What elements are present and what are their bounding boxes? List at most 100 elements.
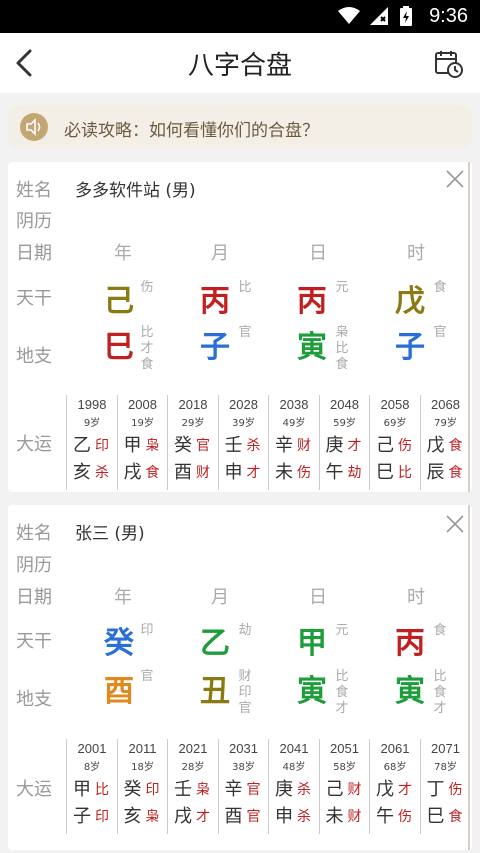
dayun-gan: 甲	[123, 435, 142, 456]
dayun-year: 2011	[128, 741, 157, 756]
tiangan-char: 癸	[104, 626, 134, 661]
dayun-gan: 庚	[325, 435, 344, 456]
close-icon[interactable]	[446, 515, 464, 533]
dayun-zhi-shishen: 杀	[95, 465, 109, 481]
dayun-zhi: 子	[73, 806, 91, 827]
dizhi-shishen: 枭比食	[335, 325, 349, 372]
tiangan-char: 己	[104, 284, 134, 319]
status-time: 9:36	[429, 5, 468, 27]
dayun-zhi: 午	[376, 806, 394, 827]
dayun-gan-shishen: 才	[398, 782, 412, 798]
dayun-gan-shishen: 官	[246, 782, 261, 798]
tiangan-shishen: 比	[238, 280, 252, 295]
dayun-zhi-shishen: 杀	[297, 809, 311, 825]
dayun-column: 2071 78岁丁伤巳食	[419, 739, 470, 834]
dayun-age: 39岁	[232, 418, 255, 429]
dayun-gan: 戊	[426, 435, 445, 456]
dayun-year: 2061	[380, 741, 410, 756]
dizhi-shishen: 比食才	[335, 669, 349, 716]
wifi-icon	[338, 7, 360, 24]
column-year: 年	[114, 243, 132, 264]
dayun-column: 2061 68岁戊才午伤	[369, 739, 419, 834]
dayun-age: 29岁	[181, 418, 205, 429]
dayun-gan-shishen: 食	[448, 438, 463, 454]
tiangan-char: 丙	[395, 626, 425, 661]
dizhi-shishen: 官	[238, 325, 252, 340]
dayun-age: 78岁	[434, 762, 457, 773]
dayun-gan-shishen: 伤	[398, 438, 412, 454]
dizhi-char: 寅	[297, 674, 327, 709]
dayun-zhi: 亥	[123, 806, 142, 827]
dayun-year: 2041	[279, 741, 309, 756]
dayun-year: 2038	[279, 397, 309, 412]
person-card-1: 姓名 多多软件站 (男) 阴历 日期 年 月 日 时 天干 己 伤 丙 比 丙 …	[8, 162, 472, 492]
dayun-gan-shishen: 枭	[145, 438, 160, 454]
column-day: 日	[309, 243, 327, 264]
calendar-clock-icon[interactable]	[434, 49, 464, 79]
dayun-zhi-shishen: 伤	[398, 809, 412, 825]
dayun-age: 58岁	[333, 762, 356, 773]
dayun-gan: 甲	[73, 779, 91, 800]
dayun-year: 2001	[77, 741, 107, 756]
dayun-age: 9岁	[83, 418, 101, 429]
dayun-gan-shishen: 印	[95, 438, 109, 454]
dayun-gan-shishen: 印	[145, 782, 160, 798]
dizhi-char: 寅	[297, 330, 327, 365]
tiangan-shishen: 伤	[140, 280, 154, 295]
close-icon[interactable]	[446, 170, 464, 188]
dayun-gan-shishen: 杀	[297, 782, 311, 798]
dayun-zhi: 巳	[426, 806, 445, 827]
column-day: 日	[309, 587, 327, 608]
label-dizhi: 地支	[16, 346, 52, 367]
dizhi-shishen: 财印官	[238, 669, 252, 716]
dayun-age: 38岁	[232, 762, 255, 773]
dayun-gan: 壬	[224, 435, 243, 456]
dizhi-char: 丑	[200, 674, 230, 709]
dayun-year: 2058	[380, 397, 410, 412]
tiangan-shishen: 印	[140, 623, 154, 638]
dayun-gan-shishen: 才	[347, 438, 362, 454]
dayun-column: 2041 48岁庚杀申杀	[268, 739, 318, 834]
dayun-age: 69岁	[383, 418, 407, 429]
tiangan-char: 乙	[200, 626, 230, 661]
label-name: 姓名	[16, 180, 52, 201]
guide-notice-text: 必读攻略：如何看懂你们的合盘？	[64, 121, 319, 141]
dayun-year: 2021	[178, 741, 208, 756]
label-dizhi: 地支	[16, 689, 52, 710]
person-name: 多多软件站 (男)	[75, 181, 196, 201]
dayun-zhi-shishen: 官	[246, 809, 261, 825]
dayun-row: 2001 8岁甲比子印 2011 18岁癸印亥枭 2021 28岁壬枭戌才 2031 38岁辛…	[66, 739, 472, 834]
dayun-column: 2018 29岁癸官酉财	[167, 395, 217, 490]
tiangan-char: 戊	[395, 284, 425, 319]
dayun-year: 2031	[229, 741, 258, 756]
dayun-column: 2021 28岁壬枭戌才	[167, 739, 217, 834]
dayun-age: 19岁	[131, 418, 154, 429]
dayun-zhi-shishen: 劫	[347, 465, 362, 481]
tiangan-shishen: 元	[335, 623, 349, 638]
dizhi-char: 子	[395, 330, 425, 365]
dayun-gan: 乙	[73, 435, 91, 456]
label-tiangan: 天干	[16, 631, 52, 652]
person-name: 张三 (男)	[75, 524, 145, 544]
dayun-zhi: 戌	[123, 462, 142, 483]
dayun-column: 2068 79岁戊食辰食	[419, 395, 470, 490]
dayun-gan-shishen: 伤	[448, 782, 463, 798]
dizhi-char: 子	[200, 330, 230, 365]
tiangan-shishen: 食	[433, 280, 447, 295]
tiangan-shishen: 食	[433, 623, 447, 638]
dayun-gan-shishen: 杀	[246, 438, 261, 454]
dayun-year: 2051	[330, 741, 359, 756]
dayun-age: 49岁	[282, 418, 306, 429]
tiangan-char: 丙	[200, 284, 230, 319]
dayun-zhi-shishen: 才	[246, 465, 261, 481]
dayun-year: 1998	[77, 397, 107, 412]
dayun-column: 2048 59岁庚才午劫	[318, 395, 369, 490]
dayun-zhi-shishen: 食	[448, 809, 463, 825]
label-dayun: 大运	[16, 779, 52, 800]
dayun-year: 2028	[229, 397, 258, 412]
dayun-zhi: 戌	[174, 806, 192, 827]
guide-notice[interactable]: 必读攻略：如何看懂你们的合盘？	[8, 105, 472, 149]
dayun-column: 2051 58岁己财未财	[318, 739, 369, 834]
dayun-year: 2068	[431, 397, 460, 412]
app-header: 八字合盘	[0, 33, 480, 93]
